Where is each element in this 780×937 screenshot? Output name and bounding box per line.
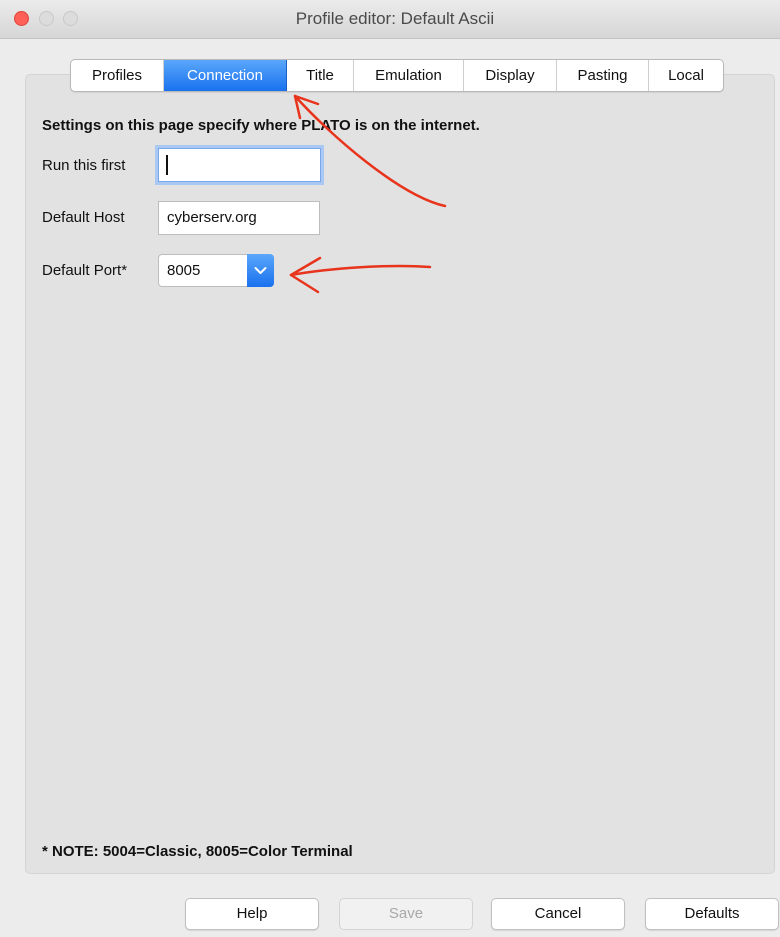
tab-title[interactable]: Title (287, 60, 354, 91)
window-title: Profile editor: Default Ascii (295, 9, 495, 28)
default-host-input[interactable]: cyberserv.org (158, 201, 320, 235)
tab-connection[interactable]: Connection (164, 60, 287, 91)
connection-description: Settings on this page specify where PLAT… (42, 117, 480, 134)
default-port-combo[interactable]: 8005 (158, 254, 274, 287)
help-button[interactable]: Help (185, 898, 319, 930)
tab-bar: Profiles Connection Title Emulation Disp… (70, 59, 724, 92)
tab-profiles[interactable]: Profiles (71, 60, 164, 91)
run-first-input[interactable] (158, 148, 321, 182)
title-bar: Profile editor: Default Ascii (0, 0, 780, 39)
tab-display[interactable]: Display (464, 60, 557, 91)
defaults-button[interactable]: Defaults (645, 898, 779, 930)
tab-pasting[interactable]: Pasting (557, 60, 649, 91)
default-port-value: 8005 (167, 262, 201, 279)
dropdown-button[interactable] (247, 254, 274, 287)
tab-emulation[interactable]: Emulation (354, 60, 464, 91)
chevron-down-icon (254, 267, 267, 274)
run-first-label: Run this first (42, 157, 126, 174)
port-note: * NOTE: 5004=Classic, 8005=Color Termina… (42, 843, 353, 860)
tab-local[interactable]: Local (649, 60, 723, 91)
default-host-label: Default Host (42, 209, 125, 226)
tab-content-panel (25, 74, 775, 874)
text-cursor (166, 155, 168, 175)
default-port-label: Default Port* (42, 262, 128, 279)
cancel-button[interactable]: Cancel (491, 898, 625, 930)
save-button[interactable]: Save (339, 898, 473, 930)
